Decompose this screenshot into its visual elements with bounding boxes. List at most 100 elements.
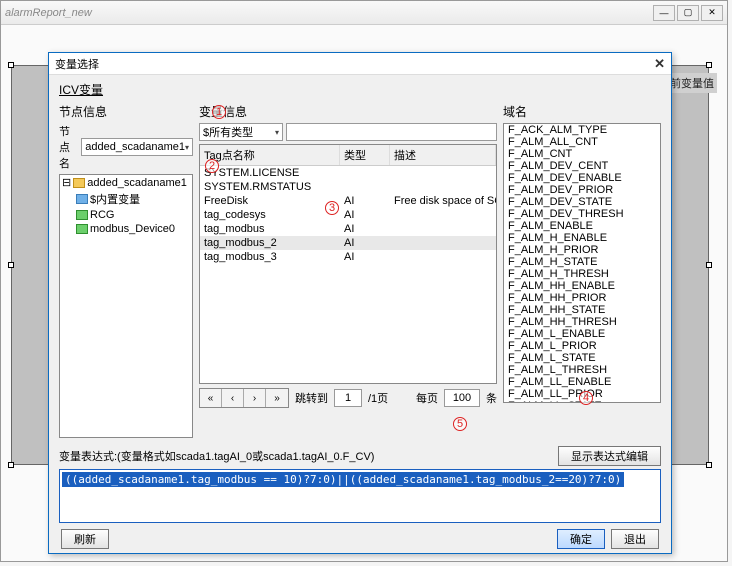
resize-handle[interactable] xyxy=(8,62,14,68)
domain-item[interactable]: F_ALM_LL_ENABLE xyxy=(504,376,660,388)
expression-row: 变量表达式:(变量格式如scada1.tagAI_0或scada1.tagAI_… xyxy=(59,446,661,466)
first-page-button[interactable]: « xyxy=(200,389,222,407)
tree-item[interactable]: ⊟ added_scadaname1 xyxy=(60,175,192,190)
domain-item[interactable]: F_ALM_HH_THRESH xyxy=(504,316,660,328)
close-button[interactable]: ✕ xyxy=(701,5,723,21)
expression-box[interactable]: ((added_scadaname1.tag_modbus == 10)?7:0… xyxy=(59,469,661,523)
domain-item[interactable]: F_ALM_H_STATE xyxy=(504,256,660,268)
domain-item[interactable]: F_ALM_H_THRESH xyxy=(504,268,660,280)
minimize-button[interactable]: — xyxy=(653,5,675,21)
cell-type xyxy=(340,166,390,180)
domain-item[interactable]: F_ALM_HH_ENABLE xyxy=(504,280,660,292)
green-icon xyxy=(76,224,88,234)
domain-item[interactable]: F_ALM_HH_PRIOR xyxy=(504,292,660,304)
cell-desc xyxy=(390,236,496,250)
domain-item[interactable]: F_ALM_DEV_THRESH xyxy=(504,208,660,220)
tree-item-label: modbus_Device0 xyxy=(90,223,175,235)
domain-item[interactable]: F_ALM_CNT xyxy=(504,148,660,160)
resize-handle[interactable] xyxy=(706,462,712,468)
domain-item[interactable]: F_ALM_H_PRIOR xyxy=(504,244,660,256)
varinfo-section-label: 变量信息 xyxy=(199,103,497,120)
domain-item[interactable]: F_ALM_L_STATE xyxy=(504,352,660,364)
domain-item[interactable]: F_ALM_DEV_ENABLE xyxy=(504,172,660,184)
domain-item[interactable]: F_ACK_ALM_TYPE xyxy=(504,124,660,136)
dialog-titlebar: 变量选择 ✕ xyxy=(49,53,671,75)
domain-item[interactable]: F_ALM_LL_STATE xyxy=(504,400,660,403)
tree-item-label: RCG xyxy=(90,209,114,221)
maximize-button[interactable]: ▢ xyxy=(677,5,699,21)
cell-name: FreeDisk xyxy=(200,194,340,208)
dialog-body: ICV变量 节点信息 节点名 added_scadaname1 ▾ ⊟ adde… xyxy=(49,75,671,555)
domain-section-label: 域名 xyxy=(503,103,661,120)
prev-page-button[interactable]: ‹ xyxy=(222,389,244,407)
col-type[interactable]: 类型 xyxy=(340,145,390,165)
ok-button[interactable]: 确定 xyxy=(557,529,605,549)
domain-item[interactable]: F_ALM_DEV_PRIOR xyxy=(504,184,660,196)
col-name[interactable]: Tag点名称 xyxy=(200,145,340,165)
show-expression-editor-button[interactable]: 显示表达式编辑 xyxy=(558,446,661,466)
refresh-button[interactable]: 刷新 xyxy=(61,529,109,549)
varinfo-panel: 变量信息 $所有类型 ▾ Tag点名称 类型 描述 SYSTEM.LICENSE… xyxy=(199,101,497,438)
pager: « ‹ › » 跳转到 /1页 每页 条 xyxy=(199,388,497,408)
domain-item[interactable]: F_ALM_L_PRIOR xyxy=(504,340,660,352)
resize-handle[interactable] xyxy=(8,262,14,268)
domain-item[interactable]: F_ALM_DEV_CENT xyxy=(504,160,660,172)
tag-filter-input[interactable] xyxy=(286,123,497,141)
perpage-unit: 条 xyxy=(486,390,497,406)
resize-handle[interactable] xyxy=(706,62,712,68)
cell-name: SYSTEM.RMSTATUS xyxy=(200,180,340,194)
dialog-title: 变量选择 xyxy=(55,56,99,72)
domain-item[interactable]: F_ALM_ENABLE xyxy=(504,220,660,232)
table-row[interactable]: FreeDiskAIFree disk space of SCADA... xyxy=(200,194,496,208)
cell-name: tag_modbus xyxy=(200,222,340,236)
page-input[interactable] xyxy=(334,389,362,407)
column-hint: 前变量值 xyxy=(667,73,717,93)
expression-label: 变量表达式:(变量格式如scada1.tagAI_0或scada1.tagAI_… xyxy=(59,448,554,464)
parent-title: alarmReport_new xyxy=(5,7,92,19)
domain-item[interactable]: F_ALM_ALL_CNT xyxy=(504,136,660,148)
tree-item[interactable]: modbus_Device0 xyxy=(60,222,192,236)
node-tree[interactable]: ⊟ added_scadaname1$内置变量 RCG modbus_Device0 xyxy=(59,174,193,438)
close-icon[interactable]: ✕ xyxy=(654,56,665,72)
next-page-button[interactable]: › xyxy=(244,389,266,407)
table-row[interactable]: SYSTEM.RMSTATUS xyxy=(200,180,496,194)
node-panel: 节点信息 节点名 added_scadaname1 ▾ ⊟ added_scad… xyxy=(59,101,193,438)
domain-item[interactable]: F_ALM_LL_PRIOR xyxy=(504,388,660,400)
perpage-input[interactable] xyxy=(444,389,480,407)
cell-type: AI xyxy=(340,236,390,250)
table-body: SYSTEM.LICENSESYSTEM.RMSTATUSFreeDiskAIF… xyxy=(200,166,496,264)
domain-item[interactable]: F_ALM_L_THRESH xyxy=(504,364,660,376)
expression-text[interactable]: ((added_scadaname1.tag_modbus == 10)?7:0… xyxy=(62,472,624,487)
tree-item[interactable]: $内置变量 xyxy=(60,190,192,208)
table-row[interactable]: tag_modbus_2AI xyxy=(200,236,496,250)
table-row[interactable]: tag_modbusAI xyxy=(200,222,496,236)
parent-titlebar: alarmReport_new — ▢ ✕ xyxy=(1,1,727,25)
cell-name: tag_modbus_2 xyxy=(200,236,340,250)
domain-list[interactable]: F_ACK_ALM_TYPEF_ALM_ALL_CNTF_ALM_CNTF_AL… xyxy=(503,123,661,403)
domain-item[interactable]: F_ALM_H_ENABLE xyxy=(504,232,660,244)
resize-handle[interactable] xyxy=(706,262,712,268)
domain-item[interactable]: F_ALM_L_ENABLE xyxy=(504,328,660,340)
table-row[interactable]: tag_modbus_3AI xyxy=(200,250,496,264)
cell-desc xyxy=(390,222,496,236)
domain-item[interactable]: F_ALM_HH_STATE xyxy=(504,304,660,316)
table-row[interactable]: tag_codesysAI xyxy=(200,208,496,222)
node-name-label: 节点名 xyxy=(59,123,78,171)
domain-item[interactable]: F_ALM_DEV_STATE xyxy=(504,196,660,208)
col-desc[interactable]: 描述 xyxy=(390,145,496,165)
table-row[interactable]: SYSTEM.LICENSE xyxy=(200,166,496,180)
exit-button[interactable]: 退出 xyxy=(611,529,659,549)
window-controls: — ▢ ✕ xyxy=(653,5,723,21)
node-name-combo[interactable]: added_scadaname1 ▾ xyxy=(81,138,193,156)
cell-type: AI xyxy=(340,194,390,208)
type-filter-combo[interactable]: $所有类型 ▾ xyxy=(199,123,283,141)
resize-handle[interactable] xyxy=(8,462,14,468)
type-filter-value: $所有类型 xyxy=(203,124,253,140)
cell-name: SYSTEM.LICENSE xyxy=(200,166,340,180)
tab-icv[interactable]: ICV变量 xyxy=(59,81,661,98)
last-page-button[interactable]: » xyxy=(266,389,288,407)
tree-item[interactable]: RCG xyxy=(60,208,192,222)
tree-item-label: $内置变量 xyxy=(90,191,140,207)
jump-label: 跳转到 xyxy=(295,390,328,406)
cell-desc xyxy=(390,180,496,194)
